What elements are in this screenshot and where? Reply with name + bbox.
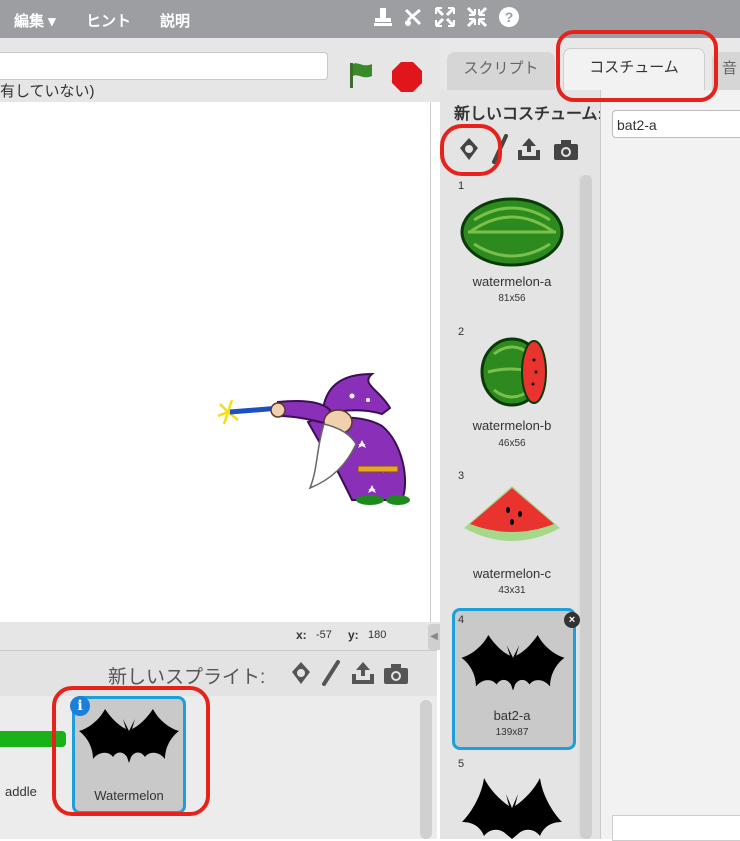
shrink-icon[interactable] [464, 6, 490, 32]
edit-menu[interactable]: 編集 ▾ [14, 10, 56, 31]
costume-number: 5 [458, 758, 465, 770]
about-menu[interactable]: 説明 [160, 10, 190, 31]
costume-size-label: 139x87 [495, 727, 529, 738]
costume-number: 4 [458, 614, 465, 626]
x-value: -57 [316, 629, 332, 641]
costume-size-label: 46x56 [498, 438, 526, 449]
costume-name-input[interactable]: bat2-a [612, 110, 740, 138]
new-costume-label: 新しいコスチューム: [454, 106, 603, 123]
svg-text:?: ? [505, 9, 514, 25]
paint-brush-icon[interactable] [318, 660, 344, 686]
costume-name-label: watermelon-a [472, 274, 552, 289]
wizard-hat [323, 372, 392, 416]
x-label: x: [296, 628, 307, 642]
annotation-costume-tab [556, 30, 718, 102]
costume-editor [600, 90, 740, 839]
costume-size-label: 81x56 [498, 293, 526, 304]
bat-costume-icon [461, 635, 565, 691]
costume-number: 2 [458, 326, 465, 338]
hint-menu[interactable]: ヒント [86, 10, 131, 31]
sprite-label-paddle[interactable]: addle [5, 784, 37, 799]
annotation-watermelon-sprite [52, 686, 210, 816]
tab-scripts[interactable]: スクリプト [447, 52, 555, 90]
green-flag-icon[interactable] [346, 60, 376, 95]
sprite-list-scrollbar[interactable] [420, 700, 432, 839]
costume-size-label: 43x31 [498, 585, 526, 596]
costume-number: 1 [458, 180, 465, 192]
editor-bottom-field [612, 815, 740, 841]
y-value: 180 [368, 629, 387, 641]
cut-scissors-icon[interactable] [400, 6, 426, 32]
duplicate-stamp-icon[interactable] [370, 6, 396, 32]
sprite-library-icon[interactable] [288, 660, 314, 686]
collapse-stage-tab[interactable]: ◀ [428, 624, 440, 650]
watermelon-slice-thumbnail[interactable] [462, 484, 562, 550]
grow-icon[interactable] [432, 6, 458, 32]
stop-button[interactable] [392, 62, 422, 92]
watermelon-whole-thumbnail[interactable] [460, 196, 564, 268]
stage-canvas[interactable] [0, 102, 431, 623]
costume-list-scrollbar[interactable] [580, 175, 592, 839]
costume-name-label: bat2-a [493, 708, 531, 723]
y-label: y: [348, 628, 359, 642]
project-title-input[interactable] [0, 52, 328, 80]
watermelon-cut-thumbnail[interactable] [480, 336, 550, 408]
help-icon[interactable]: ? [496, 6, 522, 32]
delete-costume-icon[interactable]: × [564, 612, 580, 628]
upload-costume-icon[interactable] [516, 136, 542, 162]
upload-icon[interactable] [350, 660, 376, 686]
costume-name-label: watermelon-c [472, 566, 552, 581]
new-sprite-label: 新しいスプライト: [108, 667, 266, 688]
costume-number: 3 [458, 470, 465, 482]
wizard-sprite[interactable] [212, 370, 422, 505]
bat-costume-b-thumbnail[interactable] [462, 778, 562, 839]
annotation-costume-library [440, 124, 502, 176]
sharing-status: 有していない) [0, 83, 95, 100]
costume-name-label: watermelon-b [472, 418, 552, 433]
camera-costume-icon[interactable] [552, 138, 578, 164]
camera-icon[interactable] [382, 662, 408, 688]
